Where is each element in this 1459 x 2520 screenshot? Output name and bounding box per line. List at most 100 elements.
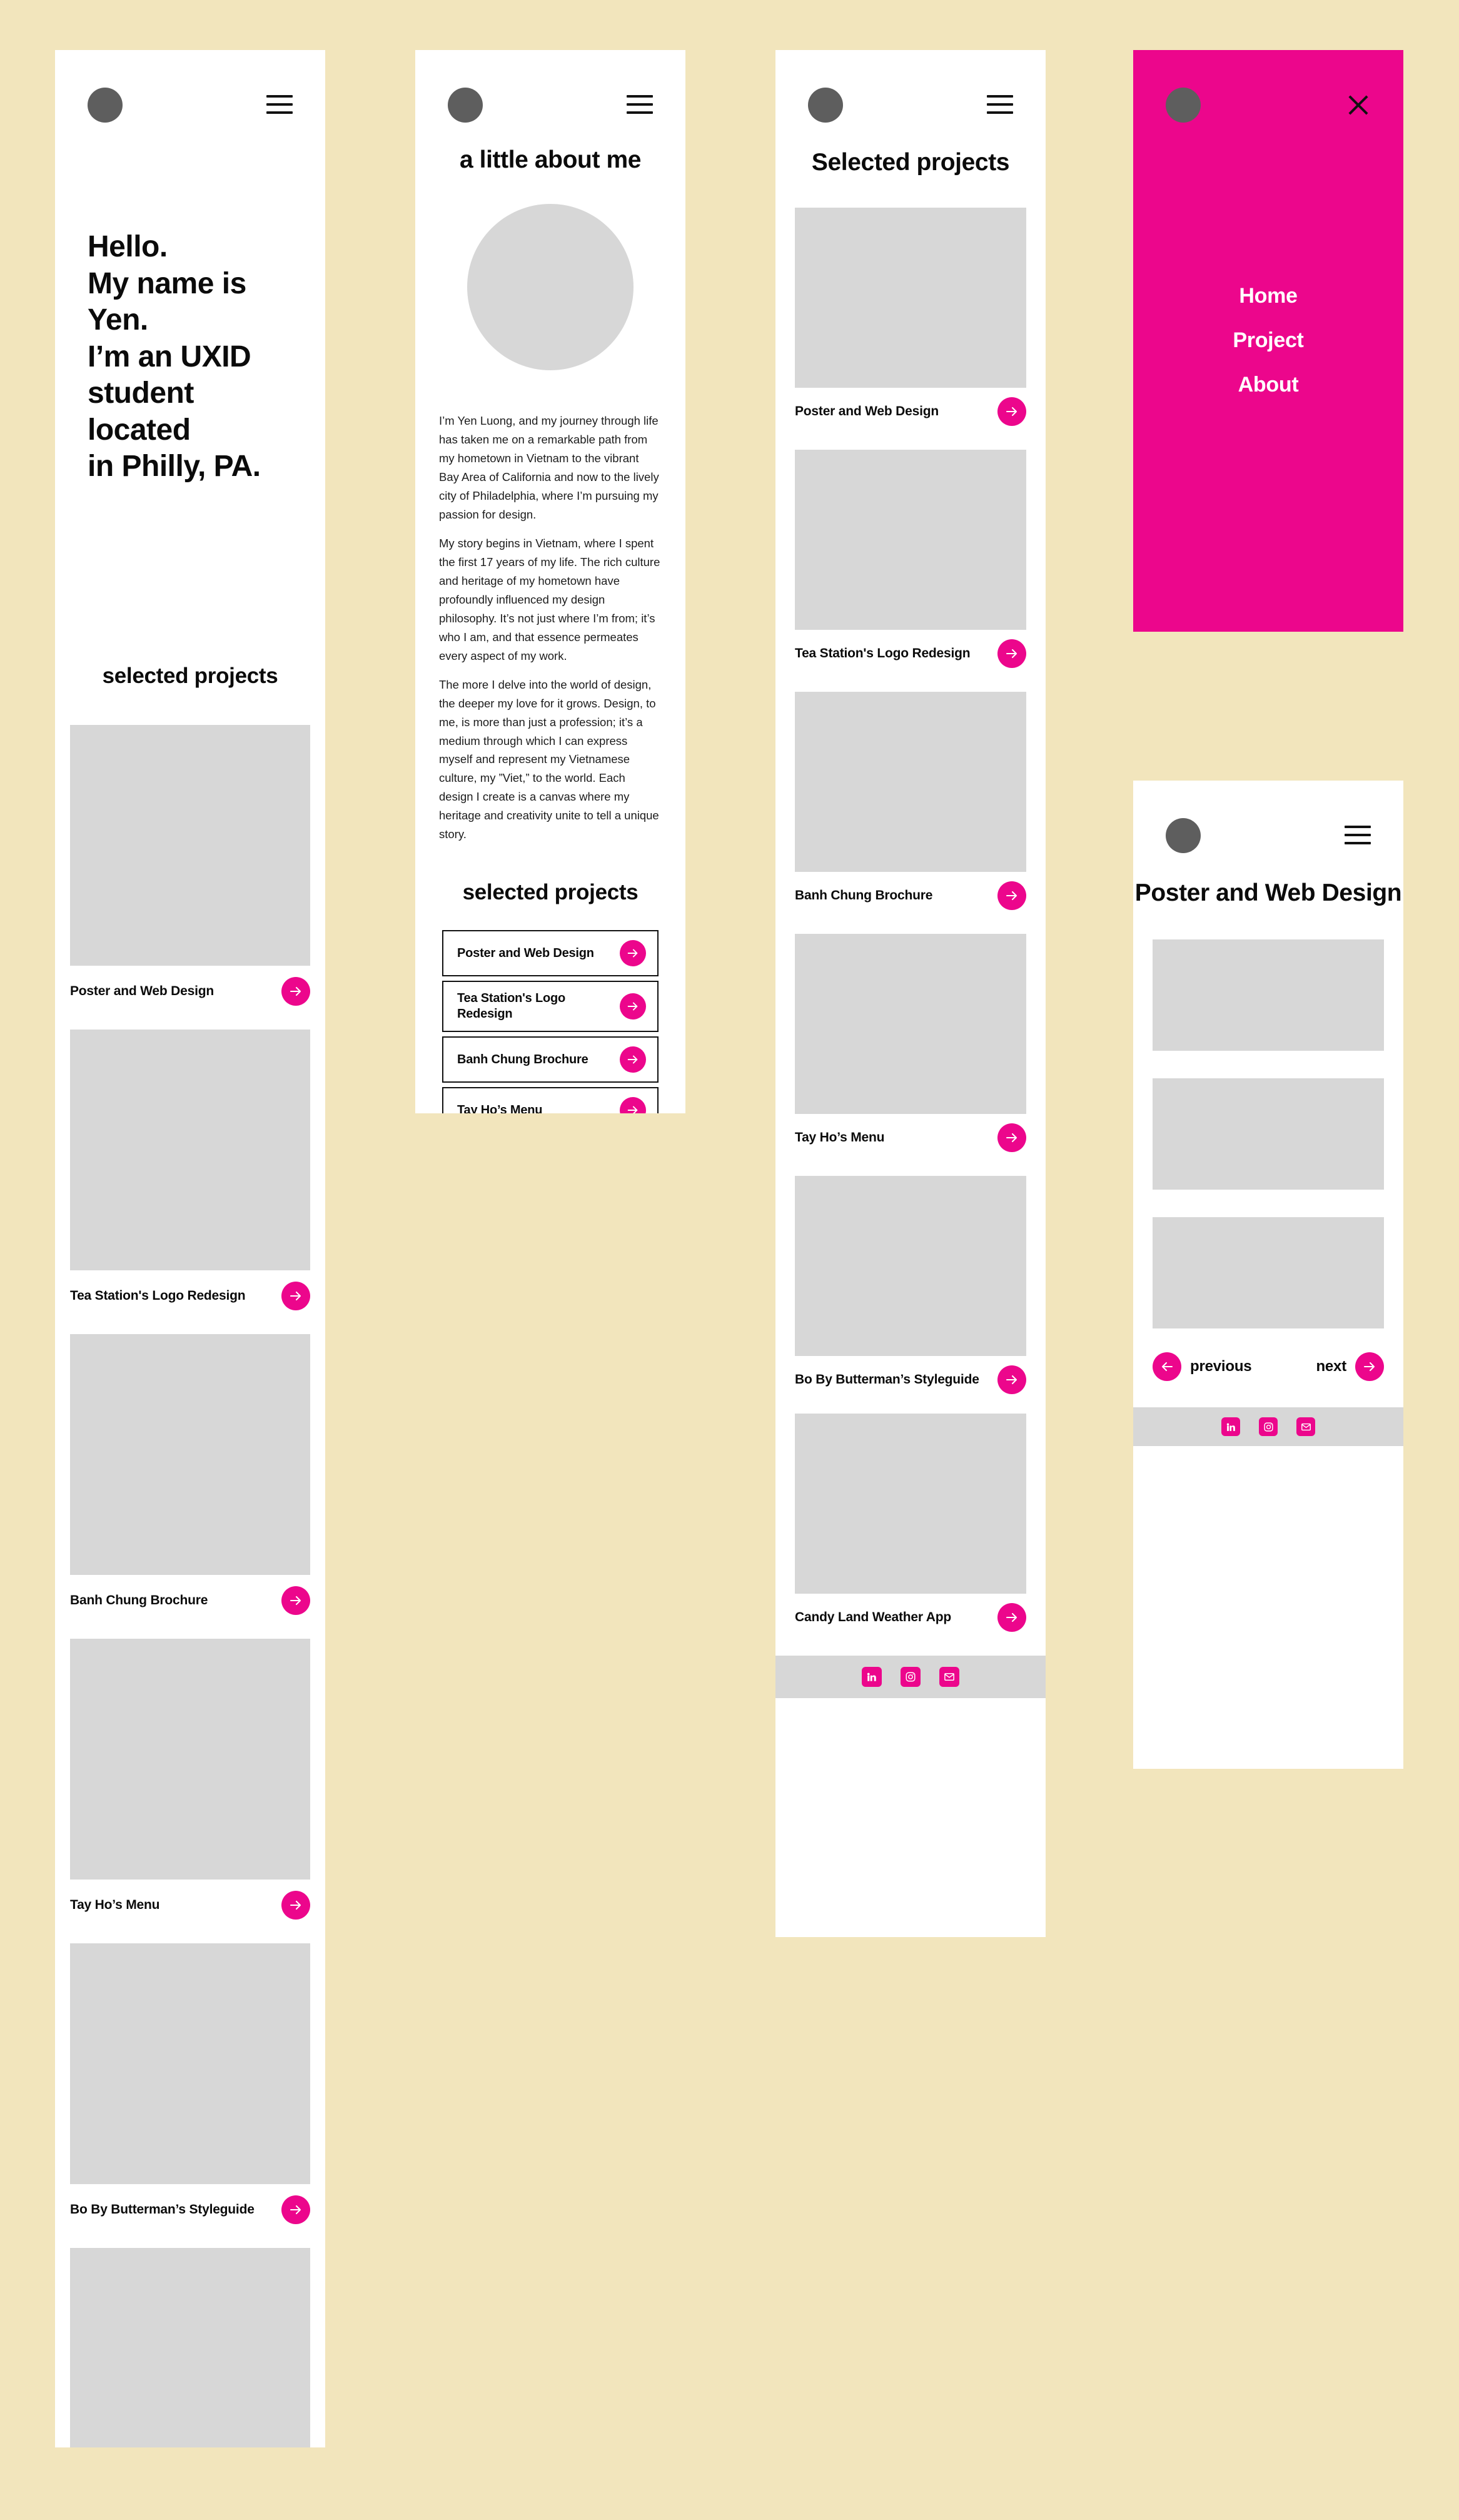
avatar[interactable]	[1166, 88, 1201, 123]
projects-item[interactable]: Candy Land Weather App	[775, 1414, 1046, 1632]
arrow-right-icon[interactable]	[997, 639, 1026, 668]
project-thumbnail	[70, 1029, 310, 1270]
project-title: Poster and Web Design	[795, 403, 939, 418]
projects-item[interactable]: Banh Chung Brochure	[775, 692, 1046, 910]
email-icon[interactable]	[939, 1667, 959, 1687]
next-button[interactable]: next	[1316, 1352, 1384, 1381]
menu-item-about[interactable]: About	[1238, 373, 1299, 397]
about-paragraph: My story begins in Vietnam, where I spen…	[439, 536, 660, 662]
home-section-heading: selected projects	[102, 663, 278, 688]
project-thumbnail	[70, 1638, 310, 1880]
project-list-button[interactable]: Banh Chung Brochure	[442, 1036, 659, 1083]
projects-item[interactable]: Bo By Butterman’s Styleguide	[775, 1176, 1046, 1394]
project-thumbnail	[70, 724, 310, 966]
about-portrait-wrapper	[415, 204, 685, 370]
arrow-right-icon[interactable]	[997, 881, 1026, 910]
project-thumbnail	[70, 2247, 310, 2447]
linkedin-icon[interactable]	[1221, 1417, 1240, 1436]
project-list-label: Banh Chung Brochure	[457, 1052, 588, 1066]
arrow-right-icon[interactable]	[1355, 1352, 1384, 1381]
arrow-right-icon[interactable]	[997, 1365, 1026, 1394]
arrow-right-icon[interactable]	[620, 940, 646, 967]
screen-home: Hello. My name is Yen. I’m an UXID stude…	[55, 50, 325, 2447]
hero-line: student located	[88, 377, 194, 447]
project-list-button[interactable]: Poster and Web Design	[442, 930, 659, 977]
arrow-right-icon[interactable]	[281, 976, 310, 1006]
about-paragraph: The more I delve into the world of desig…	[439, 677, 659, 841]
detail-image	[1153, 1078, 1384, 1190]
linkedin-icon[interactable]	[862, 1667, 882, 1687]
arrow-right-icon[interactable]	[281, 2195, 310, 2224]
project-list-button[interactable]: Tea Station's Logo Redesign	[442, 981, 659, 1033]
email-icon[interactable]	[1296, 1417, 1315, 1436]
menu-links: Home Project About	[1133, 284, 1403, 397]
hero-line: My name is Yen.	[88, 266, 246, 337]
about-section-heading: selected projects	[462, 880, 639, 905]
project-list-button[interactable]: Tay Ho’s Menu	[442, 1087, 659, 1113]
arrow-right-icon[interactable]	[620, 993, 646, 1020]
home-project-item[interactable]: Banh Chung Brochure	[55, 1333, 325, 1615]
project-thumbnail	[795, 1176, 1026, 1356]
arrow-right-icon[interactable]	[997, 397, 1026, 426]
avatar[interactable]	[1166, 818, 1201, 853]
arrow-right-icon[interactable]	[997, 1603, 1026, 1632]
projects-item[interactable]: Tea Station's Logo Redesign	[775, 450, 1046, 668]
about-heading: a little about me	[459, 146, 642, 173]
detail-topbar	[1133, 781, 1403, 853]
arrow-right-icon[interactable]	[281, 1890, 310, 1920]
instagram-icon[interactable]	[901, 1667, 921, 1687]
hamburger-icon[interactable]	[627, 95, 653, 114]
avatar[interactable]	[88, 88, 123, 123]
arrow-left-icon[interactable]	[1153, 1352, 1181, 1381]
arrow-right-icon[interactable]	[620, 1046, 646, 1073]
avatar[interactable]	[448, 88, 483, 123]
instagram-icon[interactable]	[1259, 1417, 1278, 1436]
menu-item-project[interactable]: Project	[1233, 328, 1303, 353]
project-title: Banh Chung Brochure	[70, 1592, 208, 1607]
project-title: Tay Ho’s Menu	[795, 1130, 885, 1145]
avatar[interactable]	[808, 88, 843, 123]
home-project-item[interactable]: Bo By Butterman’s Styleguide	[55, 1943, 325, 2224]
hero-line: I’m an UXID	[88, 340, 251, 373]
previous-label: previous	[1190, 1358, 1252, 1375]
menu-item-home[interactable]: Home	[1239, 284, 1298, 308]
next-label: next	[1316, 1358, 1346, 1375]
projects-item[interactable]: Poster and Web Design	[775, 208, 1046, 426]
home-project-item[interactable]: Tea Station's Logo Redesign	[55, 1029, 325, 1310]
home-project-item[interactable]: Poster and Web Design	[55, 724, 325, 1006]
project-title: Bo By Butterman’s Styleguide	[70, 2202, 255, 2217]
hamburger-icon[interactable]	[266, 95, 293, 114]
hero-line: in Philly, PA.	[88, 450, 261, 483]
detail-footer	[1133, 1407, 1403, 1446]
home-project-item[interactable]: Tay Ho’s Menu	[55, 1638, 325, 1920]
project-title: Tea Station's Logo Redesign	[795, 645, 971, 660]
project-thumbnail	[70, 1333, 310, 1575]
previous-button[interactable]: previous	[1153, 1352, 1252, 1381]
detail-title: Poster and Web Design	[1134, 879, 1402, 906]
project-title: Tay Ho’s Menu	[70, 1897, 160, 1912]
arrow-right-icon[interactable]	[620, 1097, 646, 1113]
screen-about: a little about me I’m Yen Luong, and my …	[415, 50, 685, 1113]
arrow-right-icon[interactable]	[281, 1586, 310, 1615]
project-title: Tea Station's Logo Redesign	[70, 1288, 246, 1303]
arrow-right-icon[interactable]	[281, 1281, 310, 1310]
projects-item[interactable]: Tay Ho’s Menu	[775, 934, 1046, 1152]
about-body: I’m Yen Luong, and my journey through li…	[415, 412, 685, 844]
screen-projects: Selected projects Poster and Web Design …	[775, 50, 1046, 1937]
detail-gallery	[1133, 939, 1403, 1328]
close-icon[interactable]	[1346, 93, 1371, 118]
about-project-list: Poster and Web Design Tea Station's Logo…	[415, 930, 685, 1113]
about-paragraph: I’m Yen Luong, and my journey through li…	[439, 414, 659, 521]
project-thumbnail	[795, 208, 1026, 388]
project-thumbnail	[795, 934, 1026, 1114]
detail-image	[1153, 939, 1384, 1051]
project-list-label: Tea Station's Logo Redesign	[457, 991, 566, 1021]
projects-footer	[775, 1656, 1046, 1698]
hero-line: Hello.	[88, 230, 168, 263]
hamburger-icon[interactable]	[987, 95, 1013, 114]
hamburger-icon[interactable]	[1345, 826, 1371, 844]
arrow-right-icon[interactable]	[997, 1123, 1026, 1152]
home-project-item[interactable]: Candy Land Weather App	[55, 2247, 325, 2447]
project-list-label: Tay Ho’s Menu	[457, 1103, 543, 1113]
project-thumbnail	[795, 692, 1026, 872]
